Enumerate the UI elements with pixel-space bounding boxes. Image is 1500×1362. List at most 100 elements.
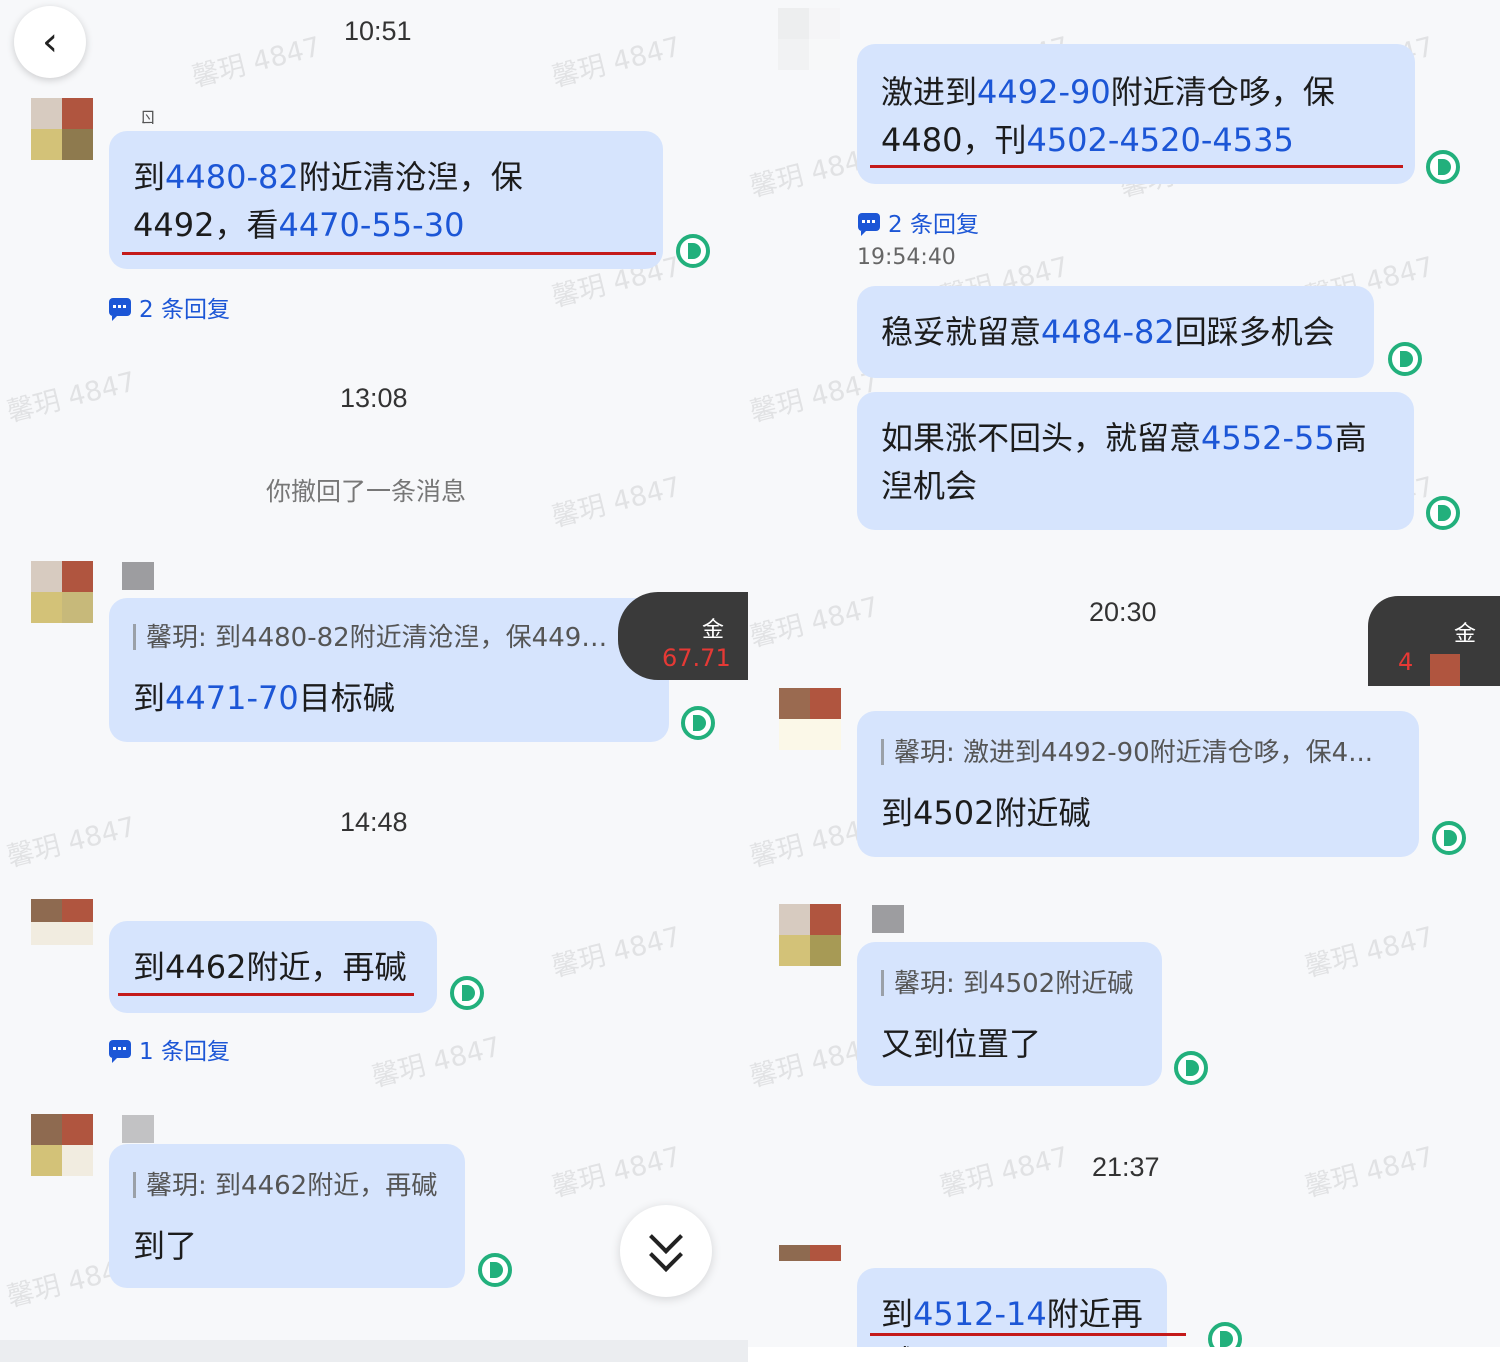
bottom-edge	[748, 1347, 1500, 1362]
avatar[interactable]	[31, 1114, 93, 1176]
time-divider: 21:37	[1092, 1152, 1160, 1182]
read-status-icon	[1432, 821, 1466, 855]
replies-link[interactable]: 1 条回复	[109, 1032, 230, 1066]
message-bubble[interactable]: 到4462附近，再碱	[109, 921, 437, 1013]
watermark: 馨玥 4847	[1301, 921, 1437, 984]
read-status-icon	[1426, 150, 1460, 184]
red-underline	[870, 165, 1403, 168]
quoted-message: 馨玥: 到4502附近碱	[881, 964, 1138, 1004]
left-chat-panel: 馨玥 4847 馨玥 4847 馨玥 4847 馨玥 4847 馨玥 4847 …	[0, 0, 748, 1362]
message-text: 回踩多机会	[1174, 313, 1335, 351]
watermark: 馨玥 4847	[3, 811, 139, 874]
gold-price-widget[interactable]: 金 67.71	[618, 592, 748, 680]
input-bar-edge	[0, 1340, 748, 1362]
message-text: 又到位置了	[881, 1025, 1042, 1063]
message-text: 激进到	[881, 73, 978, 111]
message-text: 到4502附近碱	[881, 794, 1091, 832]
read-status-icon	[450, 976, 484, 1010]
message-text: 附近清沧湼，保	[298, 158, 523, 196]
price-level: 4492-90	[977, 73, 1111, 111]
time-divider: 20:30	[1089, 597, 1157, 627]
time-divider: 10:51	[344, 16, 412, 46]
sender-name: ㄖ	[140, 108, 157, 127]
watermark: 馨玥 4847	[748, 591, 882, 654]
price-level: 4552-55	[1201, 419, 1335, 457]
read-status-icon	[681, 706, 715, 740]
message-bubble[interactable]: 激进到4492-90附近清仓哆，保 4480，刊4502-4520-4535	[857, 44, 1415, 184]
red-underline	[122, 252, 656, 255]
price-level: 4502-4520-4535	[1026, 121, 1294, 159]
message-text: 到了	[133, 1227, 198, 1265]
sender-name-blurred	[122, 1115, 154, 1143]
chevron-down-icon	[649, 1238, 683, 1272]
back-button[interactable]: ‹	[14, 6, 86, 78]
message-text: 如果涨不回头，就留意	[881, 419, 1202, 457]
message-bubble[interactable]: 馨玥: 激进到4492-90附近清仓哆，保4... 到4502附近碱	[857, 711, 1419, 857]
message-text: 4492，看	[133, 206, 279, 244]
read-status-icon	[676, 234, 710, 268]
gold-price-widget[interactable]: 金 4	[1368, 596, 1500, 686]
message-bubble[interactable]: 如果涨不回头，就留意4552-55高 湼机会	[857, 392, 1414, 530]
comment-icon	[109, 298, 131, 321]
price-level: 4470-55-30	[278, 206, 465, 244]
read-status-icon	[1426, 496, 1460, 530]
right-chat-panel: 馨玥 4847 馨玥 4847 馨玥 4847 馨玥 4847 馨玥 4847 …	[748, 0, 1500, 1362]
scroll-to-bottom-button[interactable]	[620, 1205, 712, 1297]
message-bubble[interactable]: 馨玥: 到4480-82附近清沧湼，保4492... 到4471-70目标碱	[109, 598, 669, 742]
watermark: 馨玥 4847	[548, 921, 684, 984]
recall-notice: 你撤回了一条消息	[266, 477, 467, 506]
comment-icon	[109, 1040, 131, 1063]
avatar[interactable]	[31, 899, 93, 945]
message-text: 4480，刊	[881, 121, 1027, 159]
watermark: 馨玥 4847	[548, 31, 684, 94]
ticker-value: 67.71	[662, 644, 731, 672]
time-divider: 14:48	[340, 807, 408, 837]
chevron-left-icon: ‹	[42, 19, 58, 65]
read-status-icon	[1174, 1051, 1208, 1085]
ticker-label: 金	[1454, 622, 1477, 647]
ticker-label: 金	[702, 618, 725, 643]
replies-link[interactable]: 2 条回复	[858, 205, 979, 239]
watermark: 馨玥 4847	[936, 1141, 1072, 1204]
replies-count: 1 条回复	[139, 1039, 230, 1065]
price-level: 4484-82	[1041, 313, 1175, 351]
red-underline	[118, 993, 414, 996]
price-level: 4480-82	[165, 158, 299, 196]
avatar[interactable]	[778, 8, 840, 70]
replies-count: 2 条回复	[888, 212, 979, 238]
avatar[interactable]	[779, 1245, 841, 1277]
message-text: 高	[1334, 419, 1367, 457]
replies-link[interactable]: 2 条回复	[109, 290, 230, 324]
red-underline	[870, 1333, 1186, 1336]
ticker-chip	[1430, 654, 1460, 686]
quoted-message: 馨玥: 到4462附近，再碱	[133, 1166, 441, 1206]
watermark: 馨玥 4847	[188, 31, 324, 94]
message-text: 到	[881, 1295, 914, 1333]
sender-name-blurred	[872, 905, 904, 933]
message-bubble[interactable]: 馨玥: 到4462附近，再碱 到了	[109, 1144, 465, 1288]
message-bubble[interactable]: 稳妥就留意4484-82回踩多机会	[857, 286, 1374, 378]
message-bubble[interactable]: 馨玥: 到4502附近碱 又到位置了	[857, 942, 1162, 1086]
price-level: 4471-70	[165, 679, 299, 717]
time-divider: 13:08	[340, 383, 408, 413]
read-status-icon	[1388, 342, 1422, 376]
quoted-message: 馨玥: 到4480-82附近清沧湼，保4492...	[133, 618, 613, 658]
watermark: 馨玥 4847	[368, 1031, 504, 1094]
watermark: 馨玥 4847	[3, 366, 139, 429]
message-text: 稳妥就留意	[881, 313, 1042, 351]
replies-count: 2 条回复	[139, 297, 230, 323]
avatar[interactable]	[779, 688, 841, 750]
sender-name-blurred	[122, 562, 154, 590]
message-bubble[interactable]: 到4480-82附近清沧湼，保 4492，看4470-55-30	[109, 131, 663, 269]
message-timestamp: 19:54:40	[857, 245, 956, 270]
avatar[interactable]	[31, 561, 93, 623]
avatar[interactable]	[31, 98, 93, 160]
price-level: 4512-14	[913, 1295, 1047, 1333]
message-text: 湼机会	[881, 467, 978, 505]
avatar[interactable]	[779, 904, 841, 966]
watermark: 馨玥 4847	[548, 471, 684, 534]
comment-icon	[858, 213, 880, 236]
message-text: 到4462附近，再碱	[133, 948, 407, 986]
ticker-value: 4	[1398, 648, 1414, 676]
read-status-icon	[478, 1253, 512, 1287]
